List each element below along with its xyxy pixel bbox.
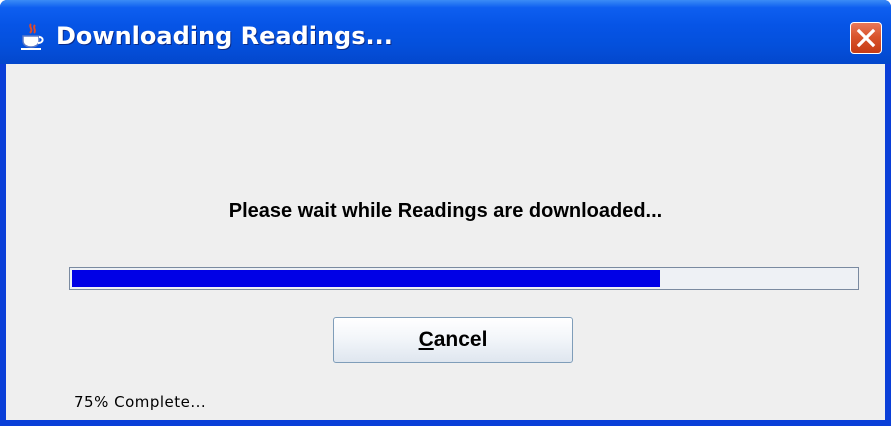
dialog-content: Please wait while Readings are downloade… bbox=[6, 64, 885, 420]
dialog-window: Downloading Readings... Please wait whil… bbox=[0, 0, 891, 426]
title-bar[interactable]: Downloading Readings... bbox=[0, 0, 891, 64]
progress-status: 75% Complete... bbox=[74, 393, 207, 411]
close-icon bbox=[856, 28, 876, 48]
cancel-mnemonic: C bbox=[418, 328, 434, 351]
wait-message: Please wait while Readings are downloade… bbox=[228, 200, 663, 222]
window-title: Downloading Readings... bbox=[56, 22, 393, 50]
java-coffee-cup-icon bbox=[18, 22, 46, 52]
progress-bar bbox=[69, 267, 859, 290]
progress-bar-fill bbox=[72, 270, 660, 287]
cancel-button[interactable]: Cancel bbox=[333, 317, 573, 363]
close-button[interactable] bbox=[850, 22, 882, 54]
cancel-label: ancel bbox=[433, 328, 488, 351]
